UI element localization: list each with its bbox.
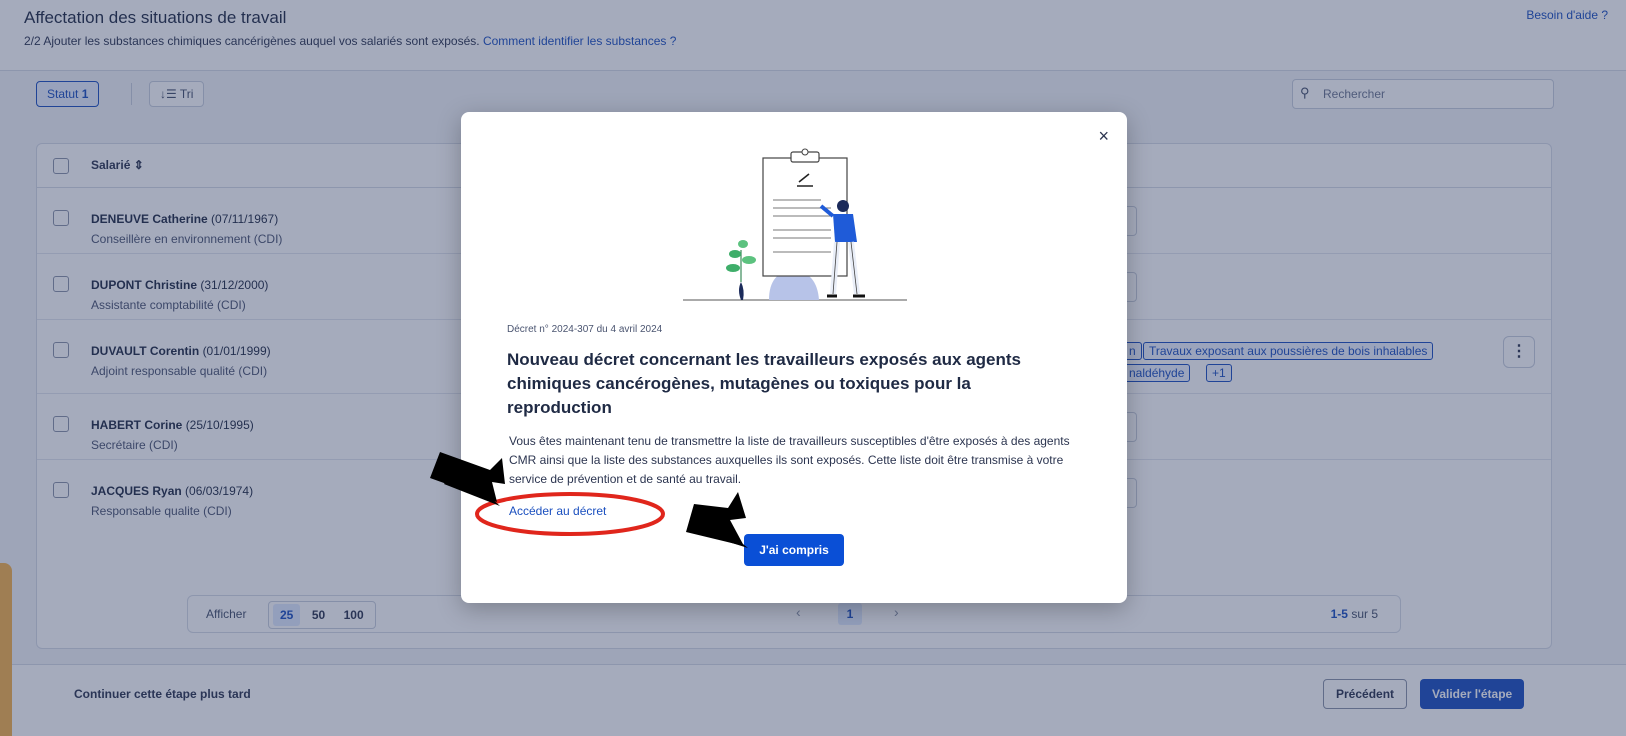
close-icon[interactable]: × [1098,126,1109,147]
decree-modal: × Décret n° 2024-307 du 4 avril 2024 Nou… [461,112,1127,603]
decree-reference: Décret n° 2024-307 du 4 avril 2024 [507,324,663,335]
modal-body: Vous êtes maintenant tenu de transmettre… [509,434,1070,486]
modal-title: Nouveau décret concernant les travailleu… [507,350,1021,417]
access-decree-link[interactable]: Accéder au décret [509,504,606,518]
clipboard-illustration [683,148,907,301]
understood-button[interactable]: J'ai compris [744,534,844,566]
